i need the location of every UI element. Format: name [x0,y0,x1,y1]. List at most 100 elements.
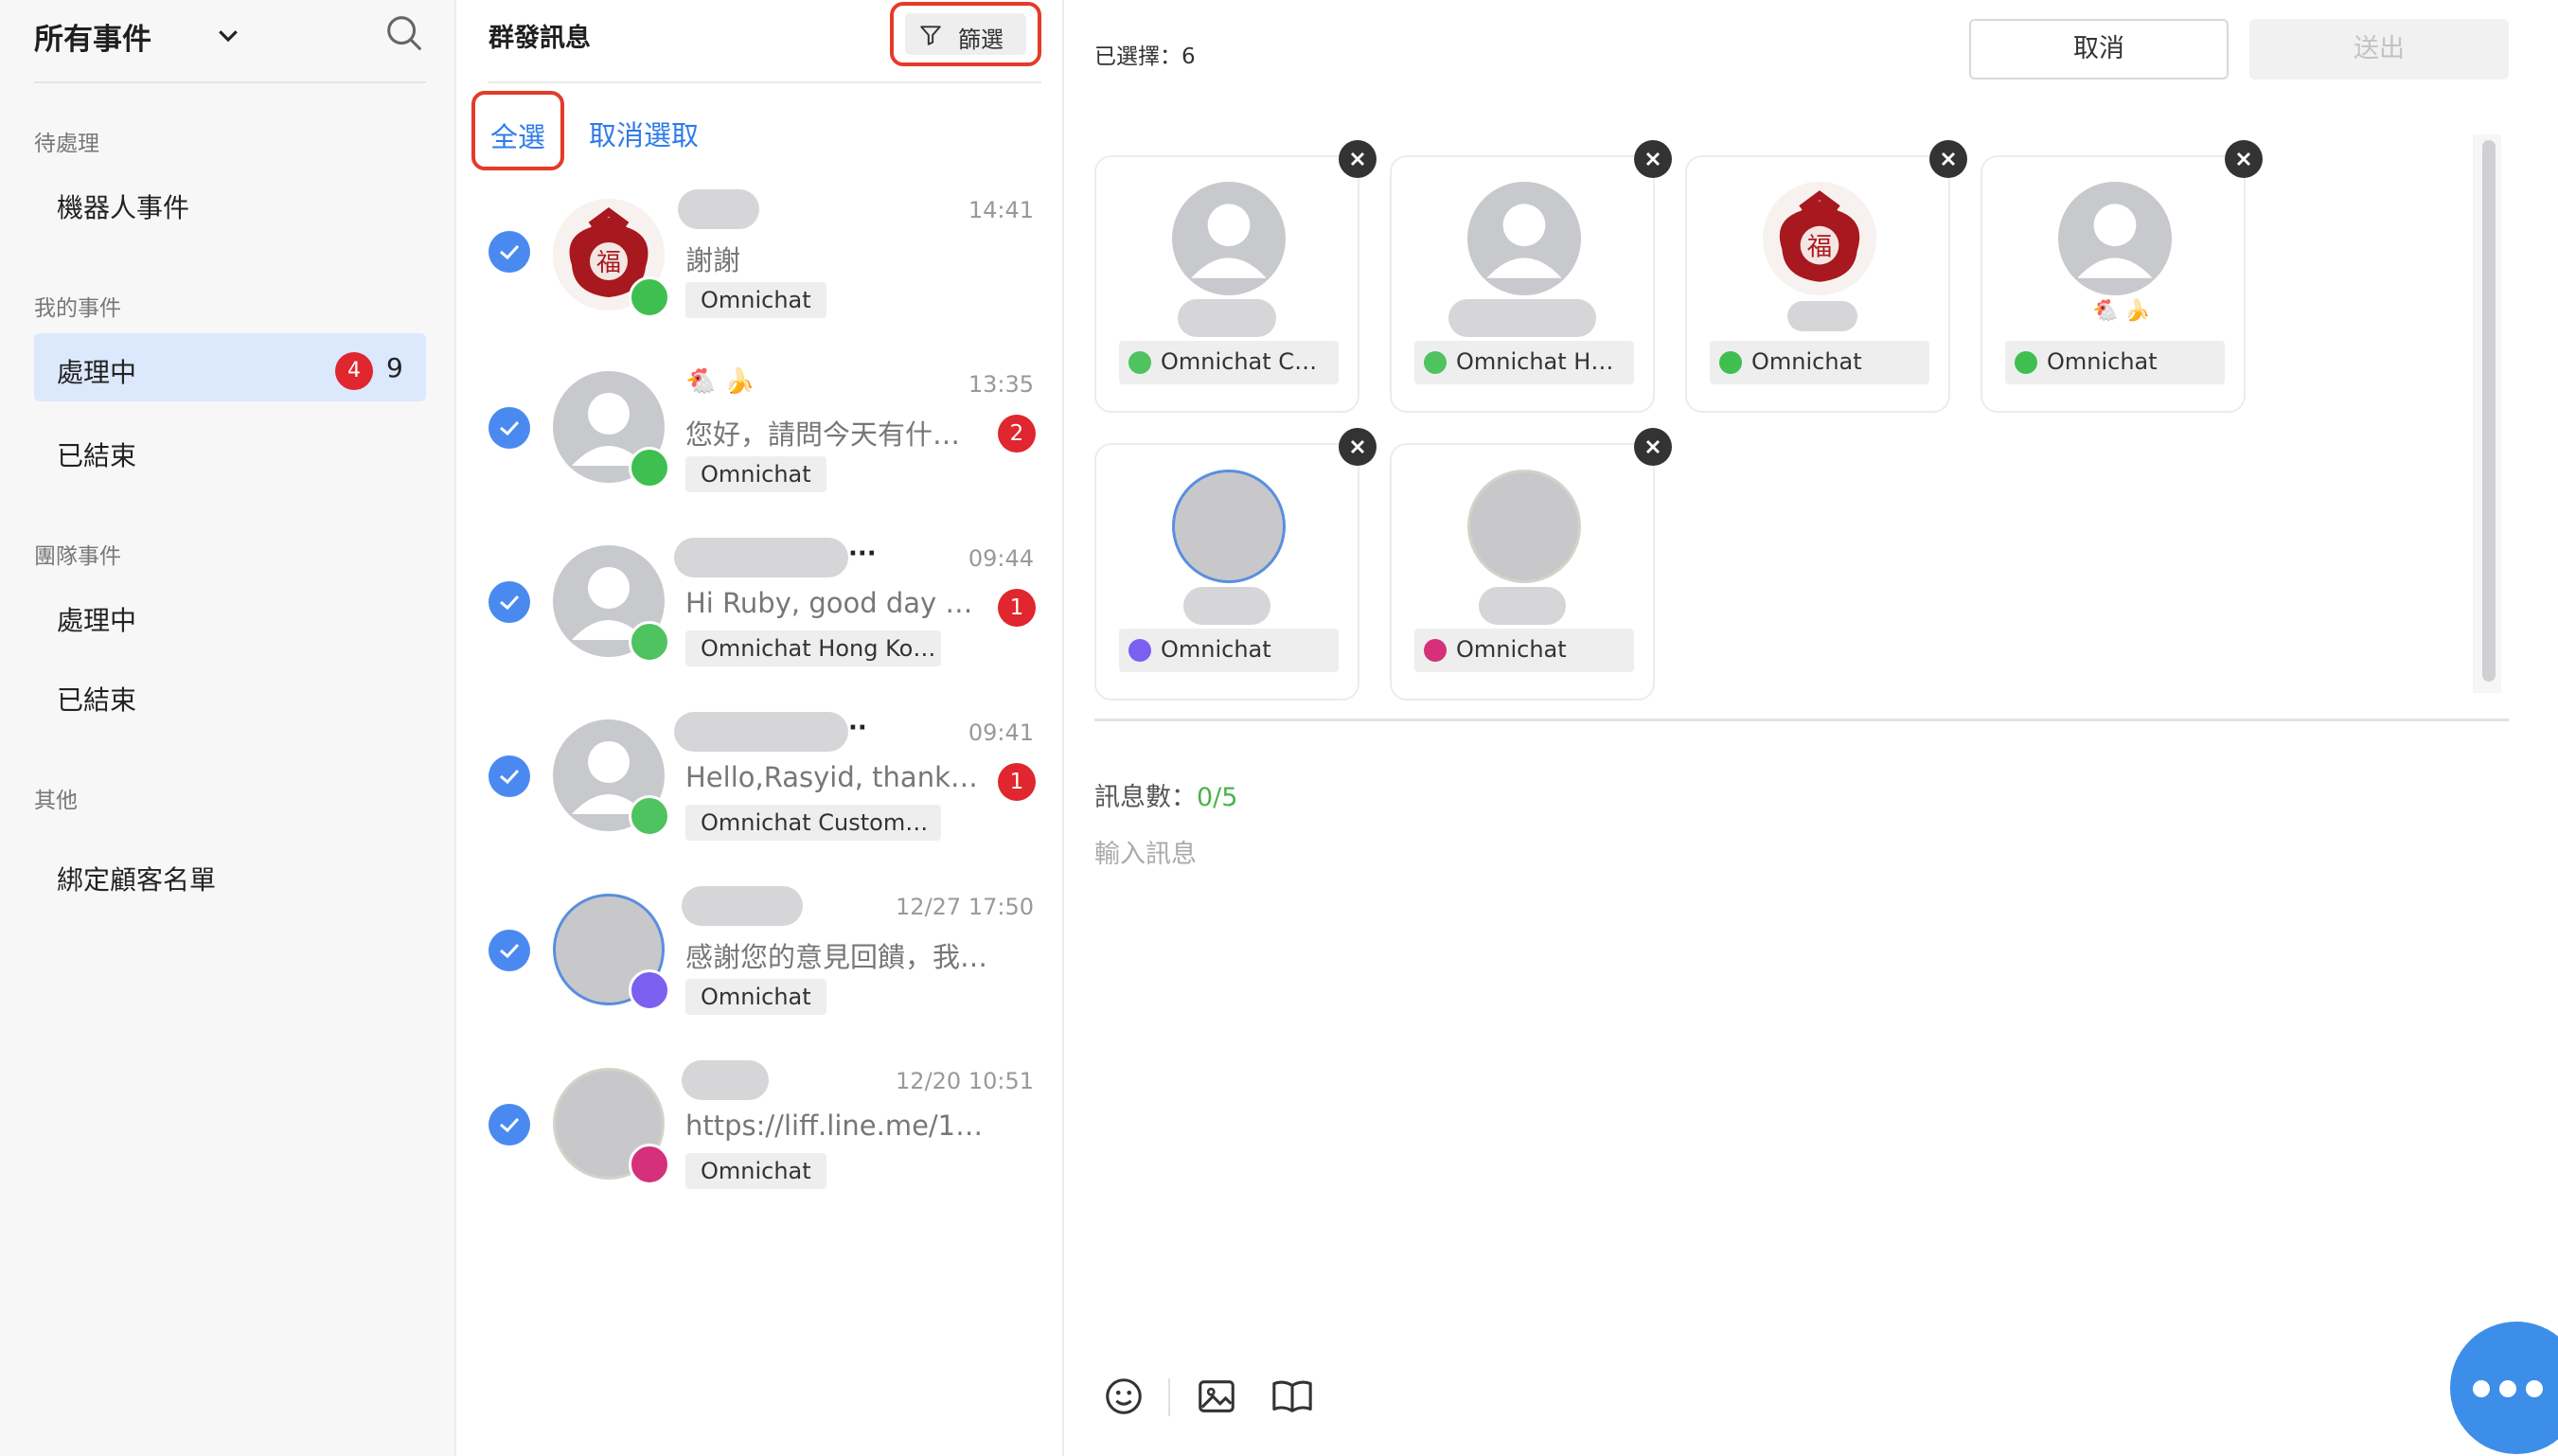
deselect-all-button[interactable]: 取消選取 [589,114,699,153]
cancel-button[interactable]: 取消 [1969,19,2229,80]
message-counter: 訊息數：0/5 [1094,776,1237,813]
message-counter-value: 0/5 [1197,783,1238,812]
dot-icon [2499,1380,2516,1397]
section-other: 其他 [34,789,78,813]
sidebar-item-team-processing[interactable]: 處理中 [34,581,426,649]
scrollbar-track[interactable] [2473,134,2501,693]
remove-recipient-button[interactable] [1929,140,1967,178]
list-item[interactable]: 🐔 🍌 13:35 您好，請問今天有什麼… 2 Omnichat [458,360,1064,534]
default-user-icon [2077,204,2153,278]
timestamp: 09:44 [968,545,1034,572]
sidebar-item-my-closed[interactable]: 已結束 [34,417,426,485]
scrollbar-thumb[interactable] [2482,140,2496,682]
timestamp: 14:41 [968,197,1034,223]
recipient-card: Omnichat [1390,428,1672,701]
contact-name-redacted [674,712,848,752]
unread-badge: 2 [998,415,1036,453]
remove-recipient-button[interactable] [1339,140,1377,178]
checkbox-checked[interactable] [489,930,530,971]
message-preview: 您好，請問今天有什麼… [685,418,979,451]
message-preview: Hello,Rasyid, thanks fo… [685,761,979,793]
recipient-grid: Omnichat Cu… Omnichat Ho… 福 Omnichat 🐔 🍌… [1094,134,2509,721]
checkmark-icon [500,244,520,260]
checkmark-icon [500,595,520,611]
book-icon[interactable] [1270,1375,1314,1418]
sidebar-item-label: 綁定顧客名單 [57,864,217,896]
channel-tag: Omnichat [685,1153,826,1189]
message-counter-label: 訊息數： [1094,783,1197,812]
svg-text:福: 福 [596,249,621,277]
instagram-icon [629,1144,670,1185]
image-icon[interactable] [1195,1375,1238,1418]
whatsapp-icon [629,621,670,663]
list-item[interactable]: 福 14:41 謝謝 Omnichat [458,186,1064,360]
filter-button[interactable]: 篩選 [890,2,1041,66]
checkbox-checked[interactable] [489,755,530,797]
sidebar-item-bind-customer-list[interactable]: 綁定顧客名單 [34,841,426,909]
timestamp: 09:41 [968,719,1034,746]
dot-icon [2526,1380,2543,1397]
select-all-button[interactable]: 全選 [471,91,564,170]
recipient-card: Omnichat Cu… [1094,140,1377,413]
close-icon [1645,151,1661,167]
recipient-name-redacted [1448,299,1596,337]
checkbox-checked[interactable] [489,581,530,623]
remove-recipient-button[interactable] [1634,428,1672,466]
event-count: 9 [386,352,403,383]
recipient-card: 🐔 🍌 Omnichat [1981,140,2263,413]
channel-tag: Omnichat [685,282,826,318]
default-user-icon [1486,204,1562,278]
selected-count: 已選擇：6 [1094,44,1196,69]
unread-badge: 4 [335,352,373,390]
default-user-icon [1191,204,1267,278]
sidebar-item-team-closed[interactable]: 已結束 [34,661,426,729]
list-item[interactable]: 12/27 17:50 感謝您的意見回饋，我們確… Omnichat [458,882,1064,1056]
sidebar-item-bot-events[interactable]: 機器人事件 [34,169,426,237]
remove-recipient-button[interactable] [1339,428,1377,466]
list-item[interactable]: 12/20 10:51 https://liff.line.me/165722…… [458,1056,1064,1231]
checkbox-checked[interactable] [489,1104,530,1145]
contact-name-redacted [678,189,759,229]
contact-name-redacted [682,886,803,926]
line-icon [629,276,670,318]
line-icon [629,447,670,488]
checkbox-checked[interactable] [489,231,530,273]
recipient-name-redacted [1183,587,1270,625]
line-icon [2015,351,2037,374]
channel-tag-label: Omnichat [1456,636,1567,663]
funnel-icon [920,26,941,45]
recipient-channel-tag: Omnichat [1119,629,1339,672]
checkmark-icon [500,420,520,436]
unread-badge: 1 [998,763,1036,801]
sidebar-item-label: 已結束 [57,440,137,471]
event-scope-title[interactable]: 所有事件 [34,15,151,58]
remove-recipient-button[interactable] [2225,140,2263,178]
remove-recipient-button[interactable] [1634,140,1672,178]
sidebar-item-label: 機器人事件 [57,192,190,223]
recipient-card: Omnichat Ho… [1390,140,1672,413]
channel-tag: Omnichat [685,979,826,1015]
message-preview: 感謝您的意見回饋，我們確… [685,941,998,973]
whatsapp-icon [1424,351,1447,374]
recipient-channel-tag: Omnichat [1414,629,1634,672]
messenger-icon [1128,639,1151,662]
timestamp: 13:35 [968,371,1034,398]
panel-title: 群發訊息 [489,24,591,53]
list-item[interactable]: ··· 09:44 Hi Ruby, good day to y… 1 Omni… [458,534,1064,708]
section-team-events: 團隊事件 [34,544,121,569]
send-button[interactable]: 送出 [2249,19,2509,80]
sidebar-item-my-processing[interactable]: 處理中 4 9 [34,333,426,401]
app-root: 所有事件 待處理 機器人事件 我的事件 處理中 4 9 已結束 團隊事件 處理中 [0,0,2558,1456]
list-item[interactable]: ·· 09:41 Hello,Rasyid, thanks fo… 1 Omni… [458,708,1064,882]
filter-button-body[interactable]: 篩選 [905,13,1026,55]
channel-tag-label: Omnichat [1751,348,1862,375]
recipient-name-redacted [1479,587,1566,625]
chevron-down-icon[interactable] [214,21,242,49]
search-icon[interactable] [382,11,426,55]
section-pending: 待處理 [34,132,99,156]
checkbox-checked[interactable] [489,407,530,449]
message-input[interactable] [1094,833,2496,1344]
emoji-icon[interactable] [1102,1375,1146,1418]
avatar [1467,182,1581,295]
avatar [1467,470,1581,583]
